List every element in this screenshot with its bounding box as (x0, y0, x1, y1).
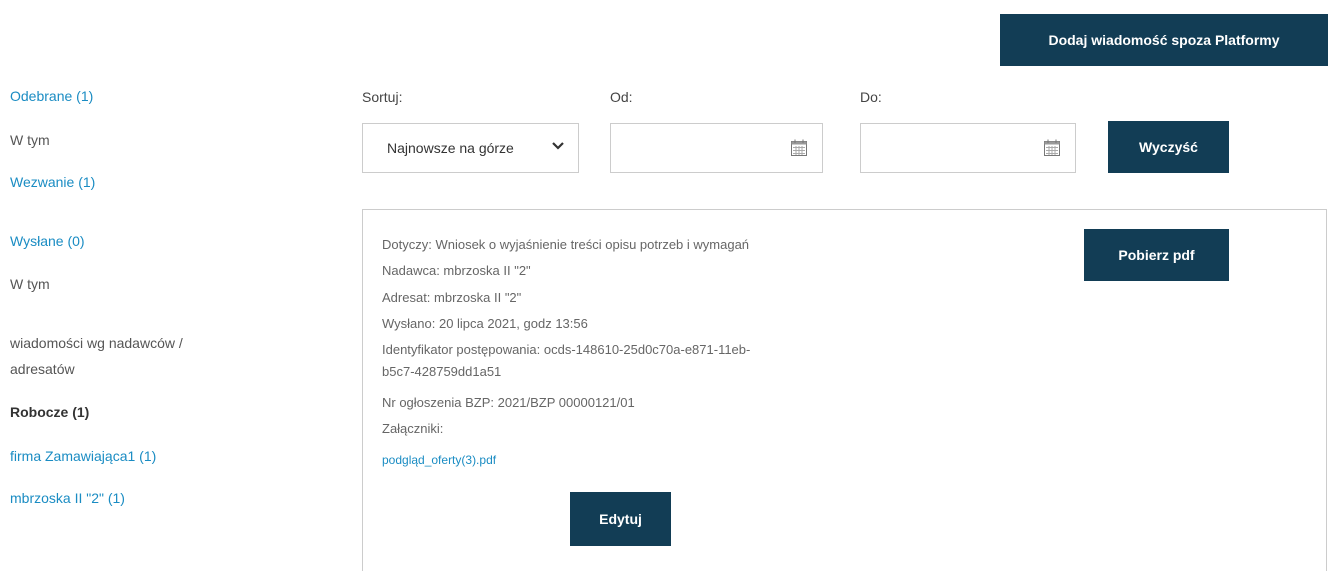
edit-button[interactable]: Edytuj (570, 492, 671, 546)
date-from-input[interactable] (610, 123, 823, 173)
date-from-label: Od: (610, 89, 633, 105)
attachment-link[interactable]: podgląd_oferty(3).pdf (382, 453, 496, 467)
sidebar-item-sent[interactable]: Wysłane (0) (10, 233, 85, 249)
sidebar-item-received[interactable]: Odebrane (1) (10, 88, 93, 104)
sidebar-sent-subheading: W tym (10, 276, 50, 292)
calendar-icon[interactable] (1042, 138, 1062, 158)
clear-filters-button[interactable]: Wyczyść (1108, 121, 1229, 173)
sidebar-item-drafts[interactable]: Robocze (1) (10, 404, 89, 420)
download-pdf-button[interactable]: Pobierz pdf (1084, 229, 1229, 281)
sort-selected-value: Najnowsze na górze (387, 140, 514, 156)
sidebar-item-party-2[interactable]: mbrzoska II "2" (1) (10, 490, 125, 506)
message-bzp-notice: Nr ogłoszenia BZP: 2021/BZP 00000121/01 (382, 395, 635, 410)
message-procedure-id-line2: b5c7-428759dd1a51 (382, 364, 502, 379)
date-to-label: Do: (860, 89, 882, 105)
sort-select[interactable]: Najnowsze na górze (362, 123, 579, 173)
sort-label: Sortuj: (362, 89, 403, 105)
message-attachments-label: Załączniki: (382, 421, 444, 436)
sidebar-by-party-heading-line2: adresatów (10, 361, 75, 377)
sidebar-by-party-heading-line1: wiadomości wg nadawców / (10, 335, 183, 351)
messages-page: Dodaj wiadomość spoza Platformy Odebrane… (0, 0, 1336, 571)
message-subject: Dotyczy: Wniosek o wyjaśnienie treści op… (382, 237, 750, 252)
message-sent-at: Wysłano: 20 lipca 2021, godz 13:56 (382, 316, 588, 331)
calendar-icon[interactable] (789, 138, 809, 158)
message-procedure-id-line1: Identyfikator postępowania: ocds-148610-… (382, 342, 751, 357)
add-external-message-button[interactable]: Dodaj wiadomość spoza Platformy (1000, 14, 1328, 66)
message-recipient: Adresat: mbrzoska II "2" (382, 290, 522, 305)
message-sender: Nadawca: mbrzoska II "2" (382, 263, 531, 278)
date-to-input[interactable] (860, 123, 1076, 173)
sidebar-received-subheading: W tym (10, 132, 50, 148)
sidebar-item-party-1[interactable]: firma Zamawiająca1 (1) (10, 448, 156, 464)
chevron-down-icon (552, 142, 564, 150)
sidebar-item-summons[interactable]: Wezwanie (1) (10, 174, 95, 190)
